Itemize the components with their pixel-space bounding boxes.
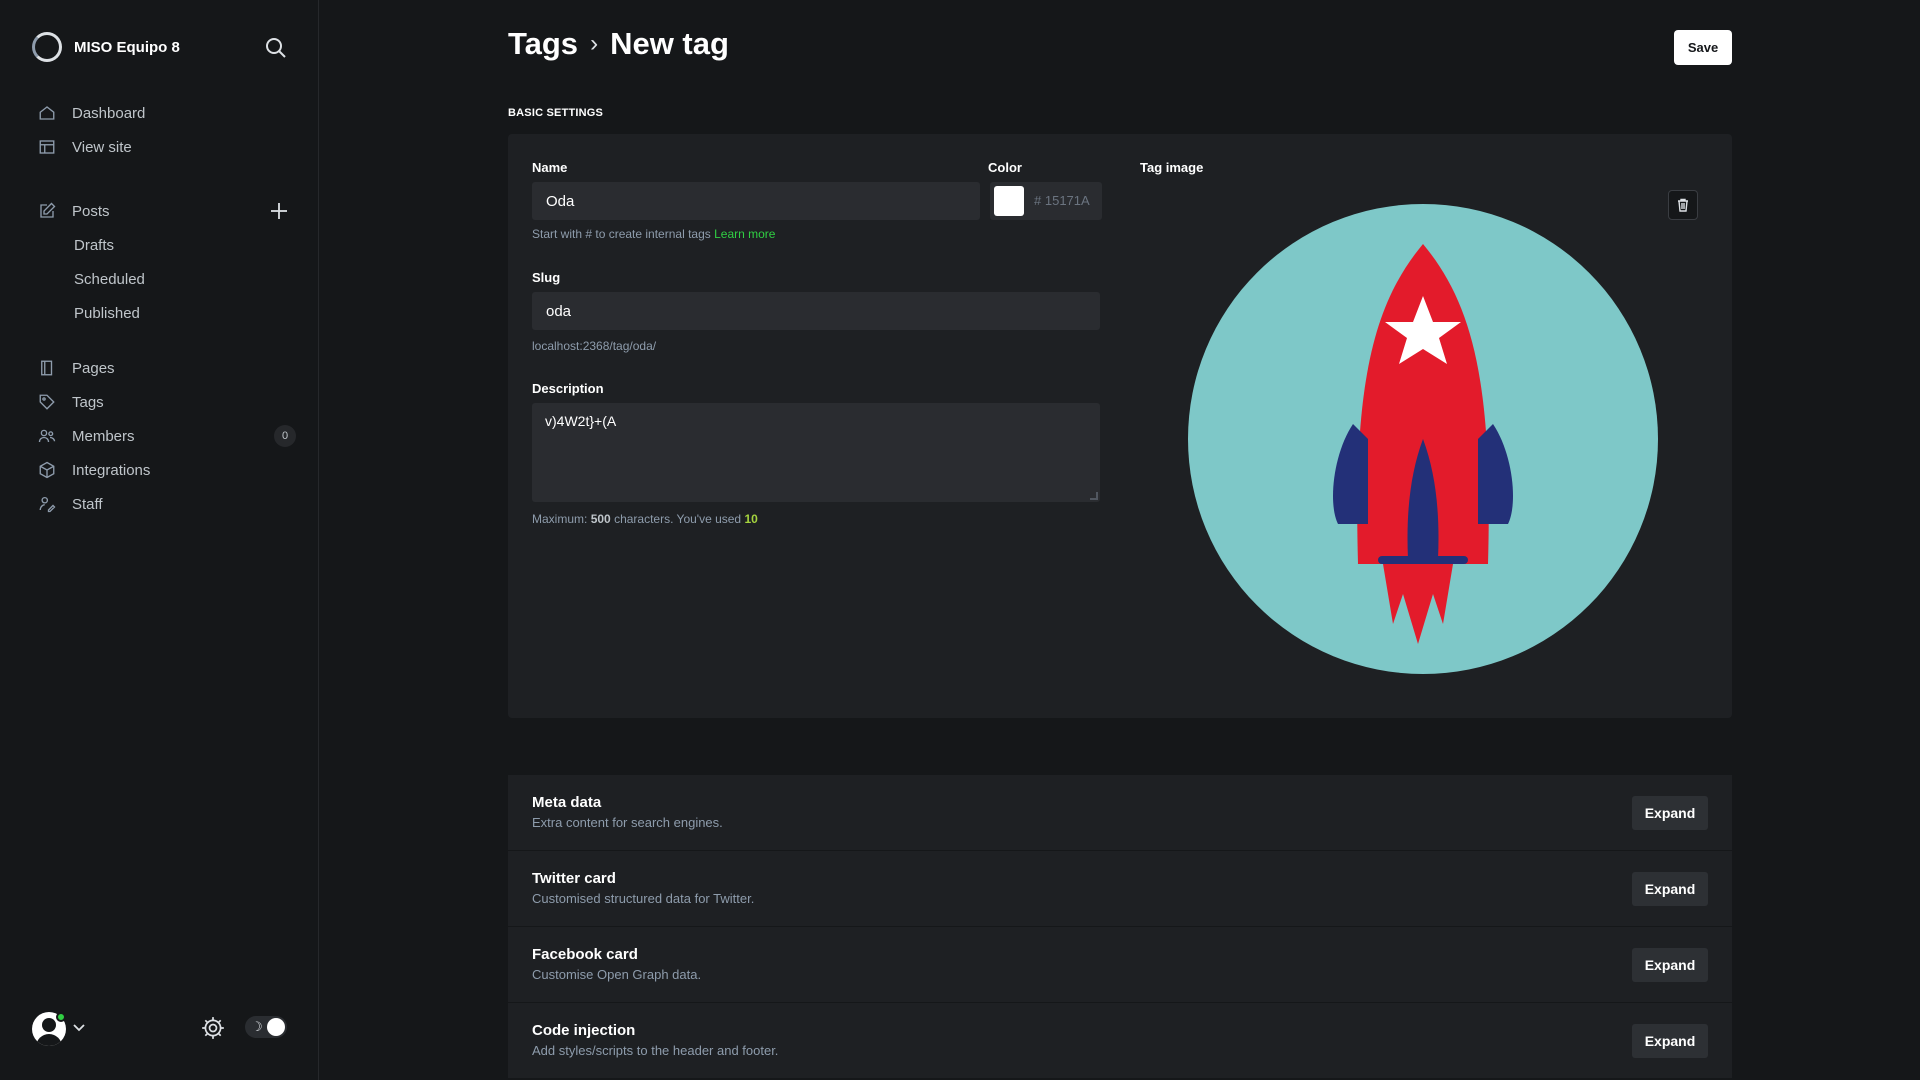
nav-item-staff[interactable]: Staff — [36, 487, 296, 521]
color-field[interactable]: # 15171A — [990, 182, 1102, 220]
integrations-icon — [36, 459, 58, 481]
name-label: Name — [532, 160, 568, 175]
theme-toggle[interactable]: ☽ — [245, 1016, 287, 1038]
moon-icon: ☽ — [251, 1019, 263, 1034]
resize-handle-icon[interactable] — [1090, 492, 1098, 500]
nav-main: Dashboard View site — [36, 96, 296, 164]
nav-secondary: Pages Tags Members 0 Integrations Staff — [36, 351, 296, 521]
page-title: Tags › New tag — [508, 26, 729, 62]
settings-accordion: Meta data Extra content for search engin… — [508, 775, 1732, 1079]
sidebar: MISO Equipo 8 Dashboard View site Posts … — [0, 0, 319, 1080]
trash-icon — [1678, 198, 1688, 212]
tag-image-label: Tag image — [1140, 160, 1204, 175]
nav-item-integrations[interactable]: Integrations — [36, 453, 296, 487]
accordion-title: Meta data — [532, 794, 602, 811]
color-hex-input[interactable]: # 15171A — [1034, 193, 1090, 208]
nav-posts: Posts Drafts Scheduled Published — [36, 194, 296, 330]
nav-item-pages[interactable]: Pages — [36, 351, 296, 385]
nav-item-view-site[interactable]: View site — [36, 130, 296, 164]
home-icon — [36, 102, 58, 124]
nav-item-drafts[interactable]: Drafts — [36, 228, 296, 262]
accordion-twitter-card: Twitter card Customised structured data … — [508, 851, 1732, 927]
page-icon — [36, 357, 58, 379]
description-hint: Maximum: 500 characters. You've used 10 — [532, 512, 758, 526]
nav-item-published[interactable]: Published — [36, 296, 296, 330]
members-icon — [36, 425, 58, 447]
accordion-desc: Customise Open Graph data. — [532, 967, 702, 982]
gear-icon[interactable] — [200, 1015, 226, 1041]
color-swatch[interactable] — [994, 186, 1024, 216]
toggle-knob — [267, 1018, 285, 1036]
slug-label: Slug — [532, 270, 561, 285]
breadcrumb-tags-link[interactable]: Tags — [508, 26, 578, 62]
nav-item-tags[interactable]: Tags — [36, 385, 296, 419]
nav-item-members[interactable]: Members 0 — [36, 419, 296, 453]
nav-label: Drafts — [74, 236, 115, 254]
nav-label: Dashboard — [72, 104, 146, 122]
description-label: Description — [532, 381, 604, 396]
slug-url-hint: localhost:2368/tag/oda/ — [532, 339, 657, 353]
learn-more-link[interactable]: Learn more — [714, 227, 775, 241]
description-value: v)4W2t}+(A — [545, 413, 617, 429]
accordion-code-injection: Code injection Add styles/scripts to the… — [508, 1003, 1732, 1079]
accordion-title: Twitter card — [532, 870, 616, 887]
color-value: 15171A — [1044, 193, 1090, 208]
nav-item-dashboard[interactable]: Dashboard — [36, 96, 296, 130]
chevron-down-icon — [72, 1020, 86, 1039]
color-label: Color — [988, 160, 1022, 175]
save-button[interactable]: Save — [1674, 30, 1732, 65]
members-count-badge: 0 — [274, 425, 296, 447]
expand-twitter-card-button[interactable]: Expand — [1632, 872, 1708, 906]
tag-image-rocket — [1188, 204, 1658, 674]
nav-label: Scheduled — [74, 270, 145, 288]
nav-label: Members — [72, 427, 135, 445]
expand-code-injection-button[interactable]: Expand — [1632, 1024, 1708, 1058]
search-icon[interactable] — [264, 36, 288, 60]
desc-hint-mid: characters. You've used — [614, 512, 742, 526]
nav-item-posts[interactable]: Posts — [36, 194, 296, 228]
nav-label: Pages — [72, 359, 115, 377]
nav-label: Posts — [72, 202, 110, 220]
accordion-desc: Extra content for search engines. — [532, 815, 723, 830]
tag-icon — [36, 391, 58, 413]
page-title-text: New tag — [610, 26, 729, 61]
description-textarea[interactable]: v)4W2t}+(A — [532, 403, 1100, 502]
online-status-icon — [56, 1012, 66, 1022]
staff-icon — [36, 493, 58, 515]
color-hash: # — [1034, 193, 1042, 208]
accordion-desc: Customised structured data for Twitter. — [532, 891, 755, 906]
accordion-title: Facebook card — [532, 946, 638, 963]
site-logo-icon — [32, 32, 62, 62]
desc-max: 500 — [590, 512, 611, 526]
accordion-title: Code injection — [532, 1022, 636, 1039]
rocket-band — [1378, 556, 1468, 564]
nav-label: Published — [74, 304, 140, 322]
expand-facebook-card-button[interactable]: Expand — [1632, 948, 1708, 982]
add-post-plus-icon[interactable] — [262, 194, 296, 228]
site-name: MISO Equipo 8 — [74, 38, 180, 56]
nav-item-scheduled[interactable]: Scheduled — [36, 262, 296, 296]
basic-settings-card: Name Oda Start with # to create internal… — [508, 134, 1732, 718]
section-label: BASIC SETTINGS — [508, 107, 604, 119]
accordion-facebook-card: Facebook card Customise Open Graph data.… — [508, 927, 1732, 1003]
layout-icon — [36, 136, 58, 158]
name-input[interactable]: Oda — [532, 182, 980, 220]
edit-icon — [36, 200, 58, 222]
desc-hint-prefix: Maximum: — [532, 512, 588, 526]
site-brand[interactable]: MISO Equipo 8 — [32, 32, 180, 62]
accordion-meta-data: Meta data Extra content for search engin… — [508, 775, 1732, 851]
desc-used-count: 10 — [744, 512, 758, 526]
nav-label: Integrations — [72, 461, 151, 479]
nav-label: Staff — [72, 495, 103, 513]
accordion-desc: Add styles/scripts to the header and foo… — [532, 1043, 779, 1058]
delete-image-button[interactable] — [1668, 190, 1698, 220]
chevron-right-icon: › — [590, 30, 599, 57]
name-hint-text: Start with # to create internal tags — [532, 227, 711, 241]
name-hint: Start with # to create internal tags Lea… — [532, 227, 775, 241]
nav-label: Tags — [72, 393, 104, 411]
slug-input[interactable]: oda — [532, 292, 1100, 330]
nav-label: View site — [72, 138, 132, 156]
expand-meta-data-button[interactable]: Expand — [1632, 796, 1708, 830]
